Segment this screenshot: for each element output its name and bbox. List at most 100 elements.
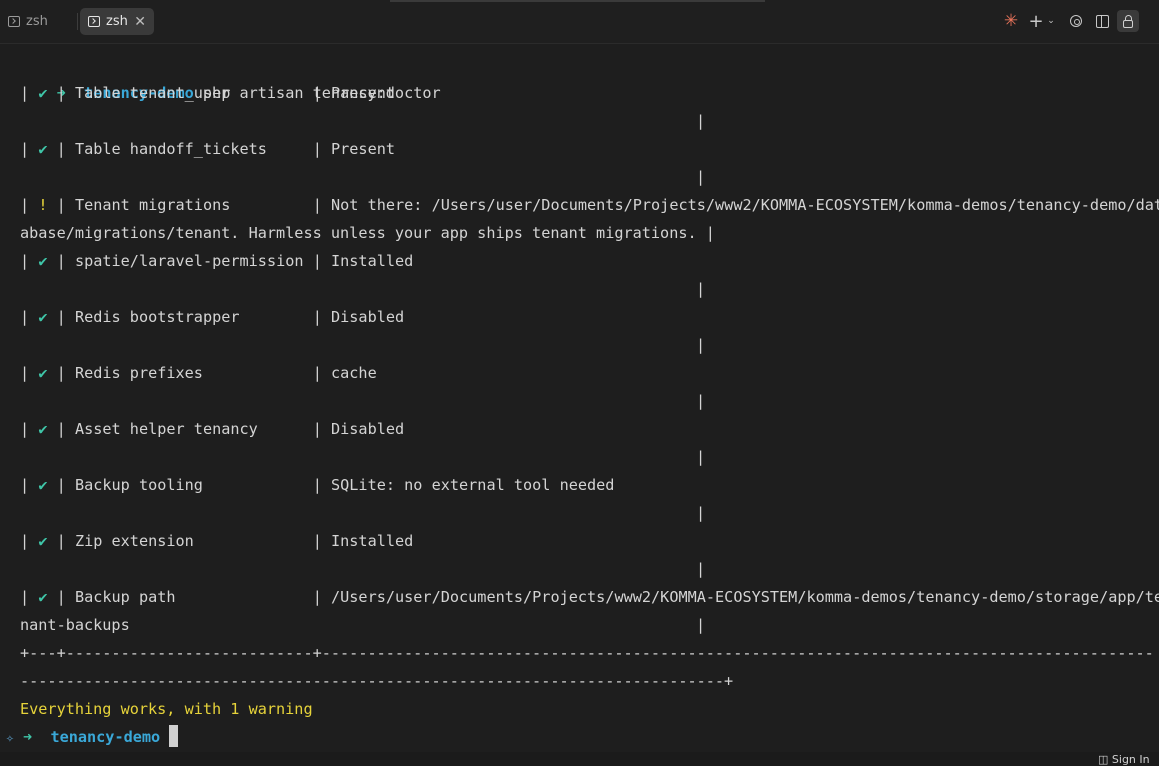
table-pipe: | [56, 308, 66, 326]
check-value: Installed [331, 252, 414, 270]
table-pipe: | [56, 84, 66, 102]
check-name: Backup path [74, 588, 313, 606]
table-pipe: | [56, 140, 66, 158]
table-pipe: | [20, 140, 30, 158]
table-pipe: | [56, 476, 66, 494]
table-pipe: | [56, 252, 66, 270]
check-name: Zip extension [74, 532, 313, 550]
check-value: Disabled [331, 420, 405, 438]
table-pipe: | [312, 420, 322, 438]
check-value: Not there: /Users/user/Documents/Project… [331, 196, 1159, 214]
table-pipe: | [20, 476, 30, 494]
table-pipe: | [20, 588, 30, 606]
check-mark-icon: ✔ [38, 84, 48, 102]
final-prompt-line: ✧ ➜ tenancy-demo [6, 723, 179, 751]
sign-in-label: Sign In [1111, 753, 1150, 766]
check-value-continued: nant-backups [20, 616, 130, 634]
table-row: | ! | Tenant migrations | Not there: /Us… [20, 191, 1159, 219]
target-icon[interactable] [1067, 11, 1085, 31]
split-pane-icon[interactable] [1093, 11, 1111, 31]
table-pipe: | [312, 364, 322, 382]
check-name: Table handoff_tickets [74, 140, 313, 158]
sparkle-prompt-icon: ✧ [6, 731, 14, 746]
terminal-tab-1[interactable]: zsh [0, 8, 76, 35]
table-row-continuation: nant-backups [20, 611, 130, 639]
table-pipe: | [20, 196, 30, 214]
table-row: | ✔ | Backup path | /Users/user/Document… [20, 583, 1159, 611]
status-bar [0, 752, 1159, 766]
table-row: | ✔ | Asset helper tenancy | Disabled [20, 415, 404, 443]
table-pipe: | [312, 308, 322, 326]
table-pipe: | [20, 364, 30, 382]
terminal-icon [8, 16, 20, 27]
table-pipe-right: | [696, 280, 706, 298]
tab-bar: zsh zsh ✕ ✳ + ⌄ [0, 0, 1159, 44]
new-terminal-plus-icon[interactable]: + [1028, 11, 1044, 32]
ai-spark-icon[interactable]: ✳ [1002, 11, 1020, 31]
tab-separator [77, 13, 78, 30]
command-line: ➜ tenancy-demo php artisan tenancy:docto… [20, 51, 441, 102]
close-tab-icon[interactable]: ✕ [134, 15, 146, 29]
table-row-continuation: abase/migrations/tenant. Harmless unless… [20, 219, 715, 247]
table-pipe-right: | [696, 448, 706, 466]
table-pipe: | [56, 196, 66, 214]
check-mark-icon: ✔ [38, 476, 48, 494]
table-pipe-right: | [696, 112, 706, 130]
check-mark-icon: ✔ [38, 308, 48, 326]
check-mark-icon: ✔ [38, 588, 48, 606]
table-row: | ✔ | spatie/laravel-permission | Instal… [20, 247, 413, 275]
check-mark-icon: ✔ [38, 364, 48, 382]
table-pipe: | [20, 252, 30, 270]
chevron-down-icon[interactable]: ⌄ [1046, 11, 1056, 31]
sign-in-button[interactable]: ◫ Sign In [1098, 752, 1150, 766]
table-pipe-right: | [696, 336, 706, 354]
title-drag-bar [390, 0, 765, 2]
check-mark-icon: ✔ [38, 420, 48, 438]
check-mark-icon: ✔ [38, 252, 48, 270]
check-value: SQLite: no external tool needed [331, 476, 615, 494]
table-pipe: | [312, 196, 322, 214]
terminal-tab-2[interactable]: zsh ✕ [80, 8, 154, 35]
check-value: /Users/user/Documents/Projects/www2/KOMM… [331, 588, 1159, 606]
table-row: | ✔ | Redis prefixes | cache [20, 359, 377, 387]
table-row: | ✔ | Table tenant_user | Present [20, 79, 395, 107]
lock-icon[interactable] [1117, 10, 1139, 32]
terminal-output[interactable]: ➜ tenancy-demo php artisan tenancy:docto… [0, 51, 1159, 751]
table-pipe: | [56, 532, 66, 550]
check-name: Backup tooling [74, 476, 313, 494]
check-mark-icon: ✔ [38, 140, 48, 158]
table-pipe: | [20, 532, 30, 550]
table-pipe: | [312, 476, 322, 494]
check-name: Redis bootstrapper [74, 308, 313, 326]
table-pipe-right: | [696, 560, 706, 578]
tab-label: zsh [106, 14, 128, 29]
table-pipe: | [56, 364, 66, 382]
terminal-icon [88, 16, 100, 27]
table-pipe: | [20, 420, 30, 438]
check-name: Redis prefixes [74, 364, 313, 382]
table-pipe: | [56, 588, 66, 606]
table-row: | ✔ | Redis bootstrapper | Disabled [20, 303, 404, 331]
text-cursor [169, 725, 179, 747]
table-pipe: | [20, 308, 30, 326]
check-value: cache [331, 364, 377, 382]
check-name: Asset helper tenancy [74, 420, 313, 438]
table-border: +---+---------------------------+-------… [20, 644, 1154, 662]
check-mark-icon: ✔ [38, 532, 48, 550]
check-value-continued: abase/migrations/tenant. Harmless unless… [20, 224, 715, 242]
table-pipe-right: | [696, 616, 706, 634]
check-name: Table tenant_user [74, 84, 313, 102]
prompt-directory: tenancy-demo [50, 728, 161, 746]
check-value: Installed [331, 532, 414, 550]
table-row: | ✔ | Table handoff_tickets | Present [20, 135, 395, 163]
table-pipe-right: | [696, 392, 706, 410]
table-row: | ✔ | Backup tooling | SQLite: no extern… [20, 471, 614, 499]
check-name: spatie/laravel-permission [74, 252, 313, 270]
check-value: Disabled [331, 308, 405, 326]
warning-mark: ! [38, 196, 48, 214]
accounts-icon: ◫ [1098, 753, 1109, 766]
check-value: Present [331, 84, 396, 102]
summary-message: Everything works, with 1 warning [20, 700, 313, 718]
table-border: ----------------------------------------… [20, 672, 734, 690]
check-value: Present [331, 140, 396, 158]
